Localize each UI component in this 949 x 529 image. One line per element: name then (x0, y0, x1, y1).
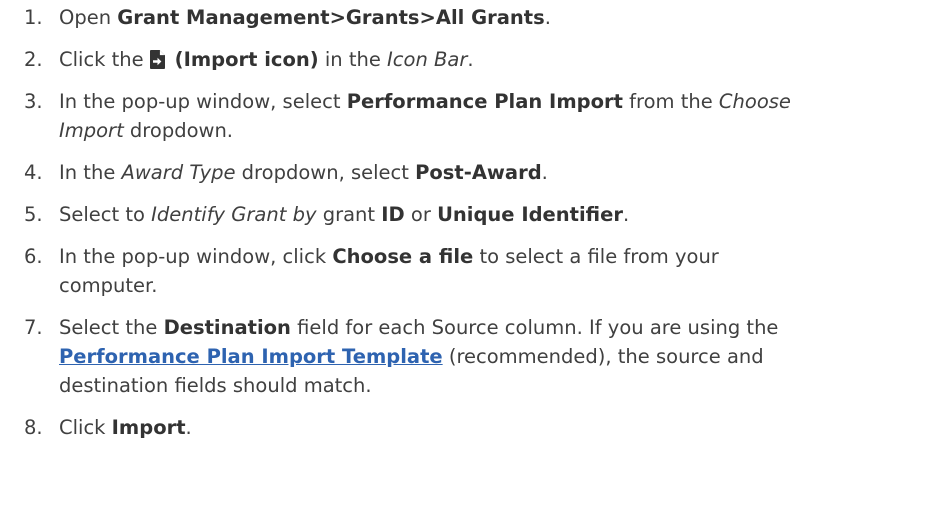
instruction-steps-list: 1. Open Grant Management>Grants>All Grant… (0, 0, 949, 442)
step-text: grant (316, 203, 382, 226)
step-body: In the Award Type dropdown, select Post-… (59, 161, 548, 184)
step-text: from the (622, 90, 719, 113)
step-text: . (622, 203, 630, 226)
step-term: Icon Bar (387, 48, 468, 71)
step-text: field for each Source column. If you are… (290, 316, 779, 339)
step-body: Select to Identify Grant by grant ID or … (59, 203, 629, 226)
step-text: In the pop-up window, select (59, 90, 347, 113)
step-emphasis: Import (111, 416, 186, 439)
step-text: in the (318, 48, 388, 71)
step-text: Click (59, 416, 112, 439)
step-body: Click Import. (59, 416, 192, 439)
step-text: In the pop-up window, click (59, 245, 333, 268)
step-emphasis: Grant Management>Grants>All Grants (117, 6, 545, 29)
step-text: to select a file from your (473, 245, 719, 268)
step-term: Award Type (121, 161, 236, 184)
step-item: 8. Click Import. (0, 413, 949, 442)
step-item: 5. Select to Identify Grant by grant ID o… (0, 200, 949, 229)
step-text: In the (59, 161, 122, 184)
step-item: 7. Select the Destination field for each … (0, 313, 949, 400)
step-item: 1. Open Grant Management>Grants>All Grant… (0, 3, 949, 32)
step-text: dropdown. (123, 119, 234, 142)
step-emphasis: ID (381, 203, 405, 226)
step-item: 3. In the pop-up window, select Performan… (0, 87, 949, 145)
step-number: 6. (24, 245, 43, 268)
step-item: 4. In the Award Type dropdown, select Pos… (0, 158, 949, 187)
step-text: destination fields should match. (59, 374, 372, 397)
step-text: Select to (59, 203, 152, 226)
template-link[interactable]: Performance Plan Import Template (59, 345, 443, 368)
step-emphasis: (Import icon) (167, 48, 319, 71)
step-number: 1. (24, 6, 43, 29)
step-emphasis: Unique Identifier (437, 203, 623, 226)
step-text: Click the (59, 48, 150, 71)
step-text: Open (59, 6, 118, 29)
step-item: 6. In the pop-up window, click Choose a f… (0, 242, 949, 300)
step-item: 2. Click the (Import icon) in the Icon Ba… (0, 45, 949, 74)
step-term: Import (59, 119, 124, 142)
step-emphasis: Performance Plan Import (346, 90, 623, 113)
step-emphasis: Post-Award (415, 161, 542, 184)
step-text: (recommended), the source and (442, 345, 764, 368)
step-number: 4. (24, 161, 43, 184)
step-body: Click the (Import icon) in the Icon Bar. (59, 48, 474, 71)
step-term: Choose (718, 90, 791, 113)
step-emphasis: Choose a file (332, 245, 474, 268)
step-number: 7. (24, 316, 43, 339)
step-text: . (544, 6, 551, 29)
step-number: 3. (24, 90, 43, 113)
step-text: . (541, 161, 548, 184)
step-body: Open Grant Management>Grants>All Grants. (59, 6, 551, 29)
step-emphasis: Destination (163, 316, 291, 339)
import-icon (149, 50, 165, 69)
step-term: Identify Grant by (151, 203, 317, 226)
step-text: computer. (59, 274, 158, 297)
step-text: or (404, 203, 438, 226)
step-number: 8. (24, 416, 43, 439)
step-body: In the pop-up window, select Performance… (59, 90, 791, 142)
step-number: 5. (24, 203, 43, 226)
step-body: Select the Destination field for each So… (59, 316, 778, 397)
step-number: 2. (24, 48, 43, 71)
step-body: In the pop-up window, click Choose a fil… (59, 245, 719, 297)
step-text: Select the (59, 316, 164, 339)
step-text: dropdown, select (235, 161, 416, 184)
step-text: . (185, 416, 192, 439)
step-text: . (467, 48, 474, 71)
